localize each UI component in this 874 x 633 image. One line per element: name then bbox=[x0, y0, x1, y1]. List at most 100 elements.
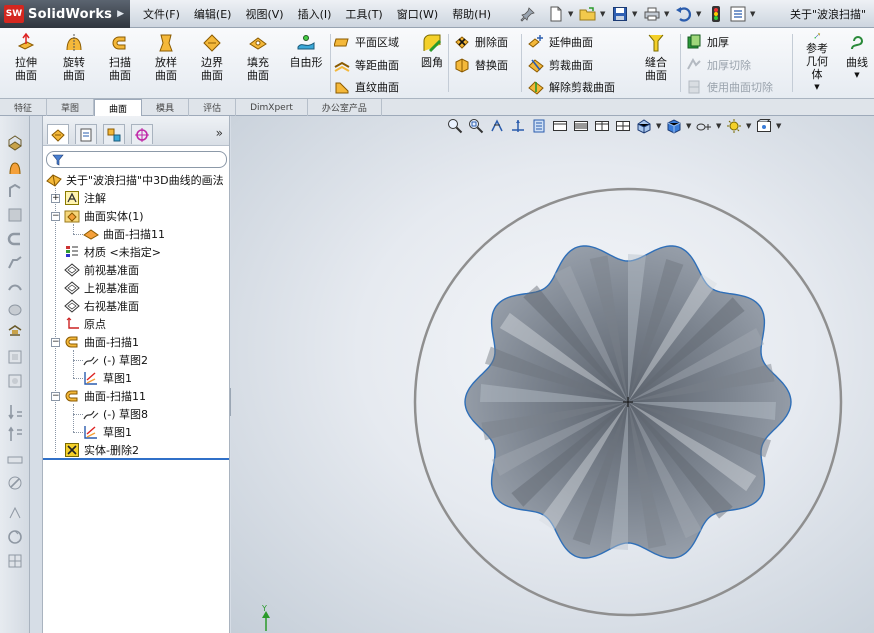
move-face-icon[interactable] bbox=[6, 402, 24, 420]
draft-tool-icon[interactable] bbox=[6, 322, 24, 340]
tree-item-sweep11-sketch1[interactable]: 草图1 bbox=[83, 423, 132, 441]
tab-features[interactable]: 特征 bbox=[0, 99, 48, 116]
chamfer-tool-icon[interactable] bbox=[6, 254, 24, 272]
new-document-icon[interactable] bbox=[546, 4, 566, 24]
menu-view[interactable]: 视图(V) bbox=[238, 6, 290, 22]
reference-geometry-button[interactable]: 参考几何体 ▼ bbox=[797, 32, 837, 94]
sweep-tool-icon[interactable] bbox=[6, 182, 24, 200]
rebuild-traffic-light-icon[interactable] bbox=[706, 4, 726, 24]
planar-surface-button[interactable]: 平面区域 bbox=[334, 32, 399, 52]
ruled-surface-button[interactable]: 直纹曲面 bbox=[334, 77, 399, 97]
save-icon[interactable] bbox=[610, 4, 630, 24]
tab-surfaces[interactable]: 曲面 bbox=[94, 99, 143, 117]
freeform-button[interactable]: 自由形 bbox=[285, 32, 327, 94]
menu-window[interactable]: 窗口(W) bbox=[390, 6, 445, 22]
delete-face-button[interactable]: 删除面 bbox=[454, 32, 508, 52]
tree-collapse-toggle[interactable]: − bbox=[51, 338, 60, 347]
property-manager-tab[interactable] bbox=[75, 124, 97, 144]
split-line-icon[interactable] bbox=[6, 426, 24, 444]
tree-item-surface-sweep1[interactable]: 曲面-扫描1 bbox=[64, 333, 139, 351]
hole-wizard-icon[interactable] bbox=[6, 474, 24, 492]
thicken-cut-button[interactable]: 加厚切除 bbox=[686, 55, 751, 75]
feature-tree-tab[interactable] bbox=[47, 124, 69, 144]
tree-item-origin[interactable]: 原点 bbox=[64, 315, 106, 333]
menu-file[interactable]: 文件(F) bbox=[136, 6, 187, 22]
tree-expand-toggle[interactable]: + bbox=[51, 194, 60, 203]
tree-item-surface-body-sweep11[interactable]: 曲面-扫描11 bbox=[83, 225, 165, 243]
tree-collapse-toggle[interactable]: − bbox=[51, 212, 60, 221]
untrim-surface-button[interactable]: 解除剪裁曲面 bbox=[528, 77, 615, 97]
tab-dimxpert[interactable]: DimXpert bbox=[236, 99, 308, 116]
revolved-surface-button[interactable]: 旋转曲面 bbox=[54, 32, 94, 94]
extruded-surface-button[interactable]: 拉伸曲面 bbox=[8, 32, 44, 94]
boundary-surface-button[interactable]: 边界曲面 bbox=[192, 32, 232, 94]
replace-face-button[interactable]: 替换面 bbox=[454, 55, 508, 75]
mirror-tool-icon[interactable] bbox=[6, 450, 24, 468]
menu-tools[interactable]: 工具(T) bbox=[338, 6, 389, 22]
menu-help[interactable]: 帮助(H) bbox=[445, 6, 498, 22]
wrap-tool-icon[interactable] bbox=[6, 348, 24, 366]
tab-sketch[interactable]: 草图 bbox=[47, 99, 95, 116]
chevron-down-icon[interactable]: ▼ bbox=[600, 10, 608, 18]
tab-mold-tools[interactable]: 模具 bbox=[142, 99, 190, 116]
tree-item-surface-bodies[interactable]: 曲面实体(1) bbox=[64, 207, 144, 225]
offset-surface-button[interactable]: 等距曲面 bbox=[334, 55, 399, 75]
dome-tool-icon[interactable] bbox=[6, 372, 24, 390]
trim-surface-button[interactable]: 剪裁曲面 bbox=[528, 55, 593, 75]
tree-filter-input[interactable] bbox=[46, 151, 227, 168]
rotate-view-icon[interactable] bbox=[6, 528, 24, 546]
chevron-down-icon[interactable]: ▼ bbox=[664, 10, 672, 18]
menu-insert[interactable]: 插入(I) bbox=[291, 6, 339, 22]
pattern-tool-icon[interactable] bbox=[6, 504, 24, 522]
tree-item-right-plane[interactable]: 右视基准面 bbox=[64, 297, 139, 315]
options-list-icon[interactable] bbox=[728, 4, 748, 24]
chevron-down-icon[interactable]: ▼ bbox=[854, 69, 859, 82]
swept-surface-button[interactable]: 扫描曲面 bbox=[100, 32, 140, 94]
open-folder-icon[interactable] bbox=[578, 4, 598, 24]
tree-item-front-plane[interactable]: 前视基准面 bbox=[64, 261, 139, 279]
chevron-down-icon[interactable]: ▼ bbox=[814, 81, 819, 94]
chevron-down-icon[interactable]: ▼ bbox=[750, 10, 758, 18]
surface-cut-button[interactable]: 使用曲面切除 bbox=[686, 77, 773, 97]
grid-tool-icon[interactable] bbox=[6, 552, 24, 570]
rollback-bar[interactable] bbox=[43, 458, 229, 460]
extrude-tool-icon[interactable] bbox=[6, 134, 24, 152]
tree-item-sweep1-sketch1[interactable]: 草图1 bbox=[83, 369, 132, 387]
knit-surface-button[interactable]: 缝合曲面 bbox=[636, 32, 676, 94]
tree-item-surface-sweep11[interactable]: 曲面-扫描11 bbox=[64, 387, 146, 405]
configuration-manager-tab[interactable] bbox=[103, 124, 125, 144]
tree-item-sweep1-sketch2[interactable]: (-) 草图2 bbox=[83, 351, 148, 369]
tree-item-annotations[interactable]: 注解 bbox=[64, 189, 106, 207]
curves-button[interactable]: 曲线 ▼ bbox=[842, 32, 872, 94]
filled-surface-button[interactable]: 填充曲面 bbox=[238, 32, 278, 94]
expand-panel-icon[interactable]: » bbox=[216, 126, 223, 140]
revolve-tool-icon[interactable] bbox=[6, 158, 24, 176]
print-icon[interactable] bbox=[642, 4, 662, 24]
chevron-down-icon[interactable]: ▼ bbox=[696, 10, 704, 18]
undo-icon[interactable] bbox=[674, 4, 694, 24]
fillet-button[interactable]: 圆角 bbox=[418, 32, 446, 94]
loft-tool-icon[interactable] bbox=[6, 206, 24, 224]
menu-edit[interactable]: 编辑(E) bbox=[187, 6, 239, 22]
tab-evaluate[interactable]: 评估 bbox=[189, 99, 237, 116]
solidworks-logo-menu[interactable]: SW SolidWorks ▶ bbox=[0, 0, 130, 28]
tree-item-material[interactable]: 材质 <未指定> bbox=[64, 243, 161, 261]
tree-root-part[interactable]: 关于"波浪扫描"中3D曲线的画法 bbox=[46, 171, 224, 189]
tree-item-delete-body[interactable]: 实体-删除2 bbox=[64, 441, 139, 459]
shell-tool-icon[interactable] bbox=[6, 300, 24, 318]
lofted-surface-button[interactable]: 放样曲面 bbox=[146, 32, 186, 94]
wavy-swept-surface-model[interactable]: Y bbox=[231, 116, 874, 633]
dimxpert-manager-tab[interactable] bbox=[131, 124, 153, 144]
thicken-button[interactable]: 加厚 bbox=[686, 32, 729, 52]
chevron-down-icon[interactable]: ▼ bbox=[568, 10, 576, 18]
tab-office-products[interactable]: 办公室产品 bbox=[308, 99, 382, 116]
fillet-tool-icon[interactable] bbox=[6, 230, 24, 248]
graphics-area[interactable]: ▼ ▼ ▼ ▼ ▼ Y bbox=[231, 116, 874, 633]
tree-item-sweep11-sketch8[interactable]: (-) 草图8 bbox=[83, 405, 148, 423]
pin-icon[interactable] bbox=[520, 6, 536, 22]
extend-surface-button[interactable]: 延伸曲面 bbox=[528, 32, 593, 52]
rib-tool-icon[interactable] bbox=[6, 278, 24, 296]
chevron-down-icon[interactable]: ▼ bbox=[632, 10, 640, 18]
tree-item-top-plane[interactable]: 上视基准面 bbox=[64, 279, 139, 297]
tree-collapse-toggle[interactable]: − bbox=[51, 392, 60, 401]
